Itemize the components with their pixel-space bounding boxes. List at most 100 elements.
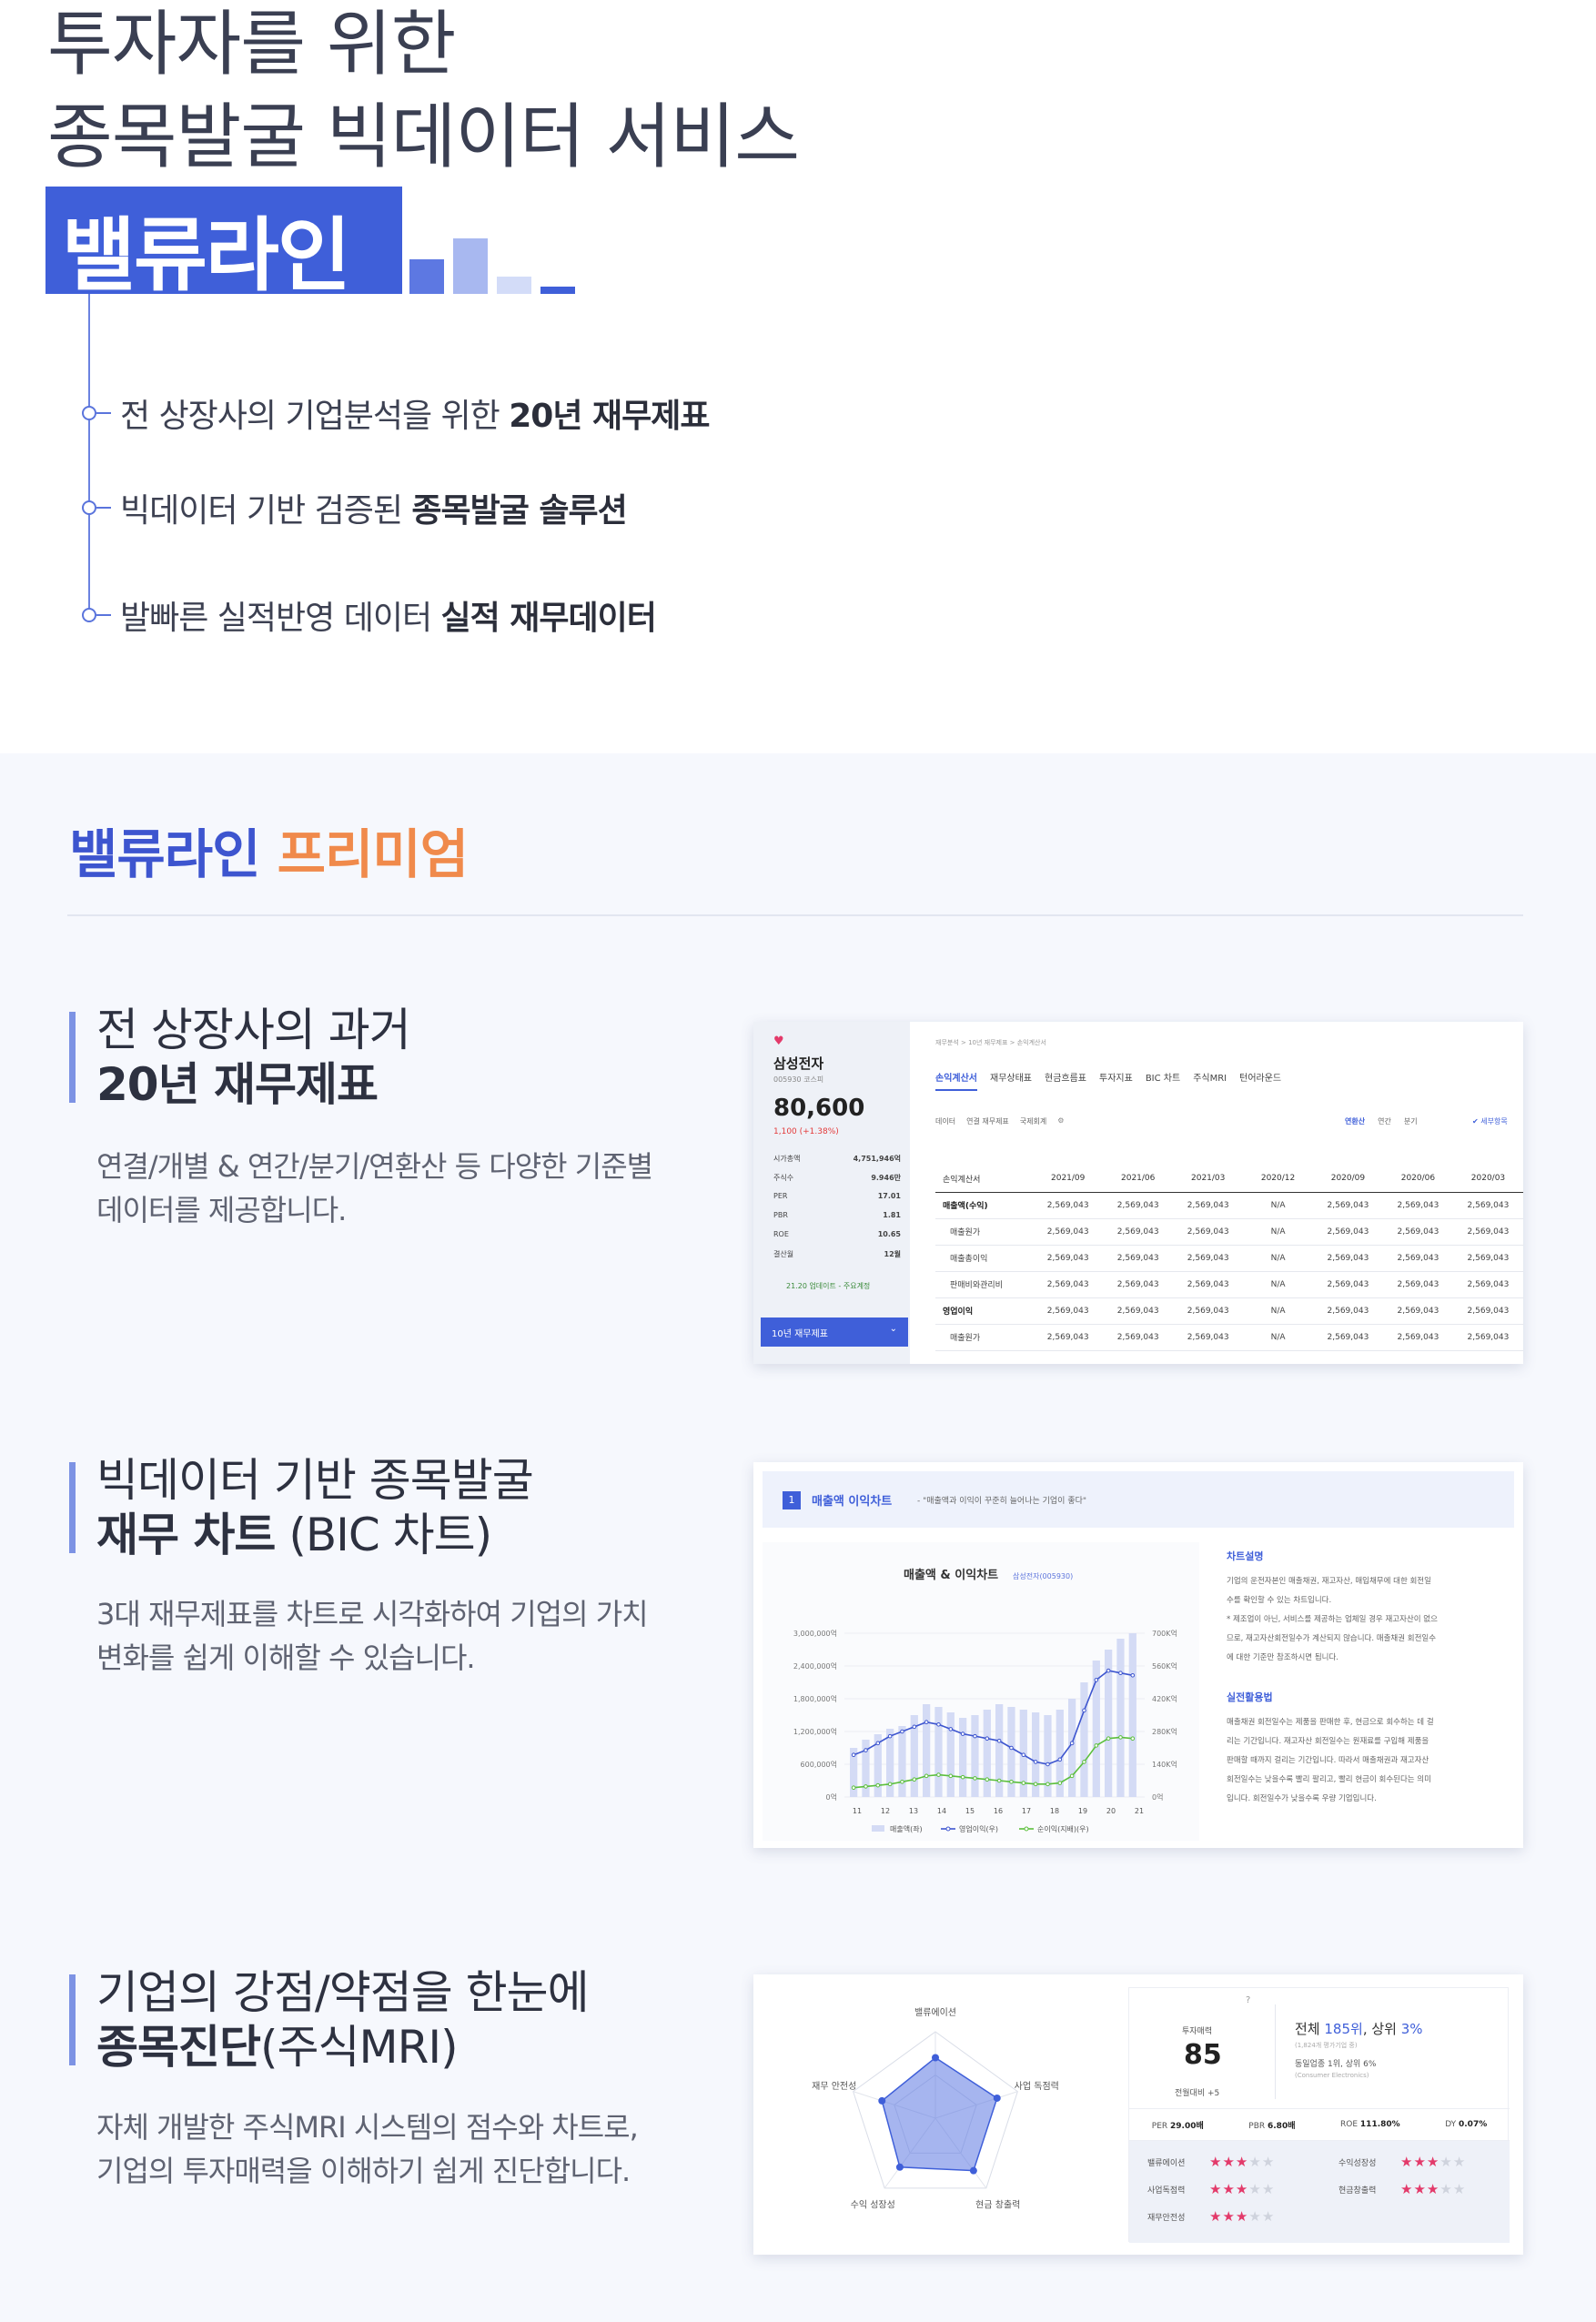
detail-toggle[interactable]: ✔ 세부항목 [1472, 1116, 1508, 1126]
line-point [973, 1776, 977, 1781]
stat-value: 9.946만 [871, 1174, 901, 1182]
section-desc-line: 연결/개별 & 연간/분기/연환산 등 다양한 기준별 [96, 1149, 653, 1184]
tab-5[interactable]: BIC 차트 [1146, 1070, 1180, 1091]
line-point [985, 1736, 990, 1742]
line-point [985, 1777, 990, 1782]
feature-bold: 20년 재무제표 [509, 398, 710, 435]
table-cell: 2,569,043 [1033, 1324, 1104, 1351]
table-cell: 2,569,043 [1312, 1297, 1383, 1325]
line-point [936, 1721, 941, 1727]
financial-table-card: ♥ 삼성전자 005930 코스피 80,600 1,100 (+1.38%) … [753, 1022, 1523, 1364]
y-right-tick: 420K억 [1152, 1694, 1177, 1703]
desc-line: 므로, 재고자산회전일수가 계산되지 않습니다. 매출채권 회전일수 [1227, 1634, 1437, 1643]
star-icon: ★ [1261, 2181, 1276, 2197]
score-value: 85 [1184, 2039, 1222, 2071]
rating-label: 수익성장성 [1338, 2158, 1377, 2168]
rating-item: 사업독점력 ★★★★★ [1147, 2181, 1275, 2197]
star-icon: ★ [1400, 2181, 1414, 2197]
bic-chart-header: 1 매출액 이익차트 - "매출액과 이익이 꾸준히 늘어나는 기업이 좋다" [763, 1471, 1514, 1528]
brand-bar-3 [497, 277, 531, 294]
table-cell: 2,569,043 [1312, 1218, 1383, 1246]
period-annual-button[interactable]: 연간 [1378, 1116, 1391, 1126]
bullet-circle-icon [82, 406, 96, 420]
star-icon: ★ [1209, 2154, 1223, 2170]
check-circle-icon: ✔ [1472, 1117, 1479, 1126]
x-tick: 21 [1135, 1807, 1144, 1815]
section-desc-bic: 3대 재무제표를 차트로 시각화하여 기업의 가치 변화를 쉽게 이해할 수 있… [96, 1592, 649, 1680]
mri-card: 밸류에이션 사업 독점력 현금 창출력 수익 성장성 재무 안전성 ? 투자매력 85 … [753, 1974, 1523, 2255]
line-point [887, 1782, 893, 1787]
chart-subtitle: 삼성전자(005930) [1013, 1571, 1073, 1580]
line-point [1021, 1781, 1026, 1785]
tab-7[interactable]: 턴어라운드 [1239, 1070, 1281, 1091]
tab-2[interactable]: 재무상태표 [990, 1070, 1032, 1091]
filter-data[interactable]: 데이터 [935, 1116, 955, 1126]
line-point [948, 1727, 954, 1731]
filter-bar: 데이터 연결 재무제표 국제회계 ⚙ [935, 1116, 1064, 1126]
legend-label: 순이익(지배)(우) [1037, 1824, 1089, 1833]
tab-1[interactable]: 손익계산서 [935, 1070, 977, 1091]
stat-key: 시가총액 [773, 1155, 801, 1163]
feature-text: 전 상장사의 기업분석을 위한 [120, 398, 510, 435]
feature-item-2: 빅데이터 기반 검증된 종목발굴 솔루션 [82, 484, 628, 531]
section-title-bold: 재무 차트 [96, 1509, 276, 1561]
line-point [1033, 1760, 1038, 1764]
table-cell: N/A [1243, 1297, 1313, 1325]
gear-icon[interactable]: ⚙ [1057, 1116, 1064, 1126]
feature-bold: 종목발굴 솔루션 [411, 492, 627, 530]
star-icon: ★ [1439, 2154, 1453, 2170]
bar-revenue [886, 1729, 894, 1797]
radar-point [878, 2096, 886, 2105]
bar-revenue [995, 1704, 1004, 1797]
metric-item: PBR 6.80배 [1248, 2119, 1295, 2131]
line-point [924, 1720, 929, 1725]
section-title-rest: (주식MRI) [260, 2021, 459, 2074]
desc-line: 수를 확인할 수 있는 차트입니다. [1227, 1596, 1332, 1605]
line-point [900, 1729, 904, 1734]
update-note: 21.20 업데이트 - 주요계정 [786, 1282, 871, 1290]
tab-3[interactable]: 현금흐름표 [1045, 1070, 1086, 1091]
info-icon[interactable]: ? [1246, 1995, 1250, 2005]
stat-value: 1.81 [883, 1211, 901, 1219]
x-tick: 17 [1022, 1807, 1031, 1815]
period-annualized-button[interactable]: 연환산 [1345, 1116, 1365, 1126]
y-left-tick: 2,400,000억 [793, 1661, 837, 1671]
period-select[interactable]: 10년 재무제표 ⌄ [761, 1317, 908, 1347]
x-tick: 16 [994, 1807, 1003, 1815]
line-point [1069, 1773, 1075, 1779]
table-cell: 2,569,043 [1103, 1218, 1174, 1246]
rating-label: 현금창출력 [1338, 2186, 1377, 2196]
premium-title-tier: 프리미엄 [277, 823, 469, 885]
bar-revenue [1116, 1639, 1125, 1797]
tab-4[interactable]: 투자지표 [1099, 1070, 1133, 1091]
filter-consolidated[interactable]: 연결 재무제표 [966, 1116, 1009, 1126]
star-rating-icon: ★★★★★ [1400, 2154, 1466, 2170]
table-cell: 2,569,043 [1173, 1297, 1244, 1325]
line-series-2 [854, 1736, 1133, 1789]
table-cell: 2,569,043 [1452, 1218, 1523, 1246]
period-select-label: 10년 재무제표 [772, 1329, 828, 1339]
bar-revenue [898, 1726, 906, 1797]
desc-line: * 제조업이 아닌, 서비스를 제공하는 업체일 경우 재고자산이 없으 [1227, 1615, 1438, 1624]
x-tick: 15 [965, 1807, 975, 1815]
tab-6[interactable]: 주식MRI [1193, 1070, 1227, 1091]
heart-icon[interactable]: ♥ [773, 1035, 784, 1048]
line-point [1106, 1668, 1111, 1673]
metric-value: 0.07% [1459, 2120, 1488, 2129]
chart-description: 차트설명 기업의 운전자본인 매출채권, 재고자산, 매입채무에 대한 회전일 수… [1227, 1549, 1509, 1809]
desc-body: 매출채권 회전일수는 제품을 판매한 후, 현금으로 회수하는 데 걸 리는 기간… [1227, 1713, 1509, 1809]
line-point [851, 1752, 856, 1758]
desc-title: 실전활용법 [1227, 1691, 1273, 1703]
period-quarter-button[interactable]: 분기 [1404, 1116, 1418, 1126]
x-tick: 11 [853, 1807, 862, 1815]
filter-accounting[interactable]: 국제회계 [1020, 1116, 1046, 1126]
star-rating-icon: ★★★★★ [1209, 2154, 1275, 2170]
star-icon: ★ [1452, 2154, 1467, 2170]
y-right-tick: 0억 [1152, 1792, 1163, 1802]
section-desc-line: 데이터를 제공합니다. [96, 1193, 347, 1227]
stat-key: PBR [773, 1211, 788, 1219]
table-row: 영업이익 2,569,043 2,569,043 2,569,043 N/A 2,569,… [935, 1297, 1523, 1325]
chart-title: 매출액 & 이익차트 [904, 1568, 998, 1582]
column-header: 2021/09 [1033, 1166, 1104, 1193]
table-cell: 2,569,043 [1452, 1297, 1523, 1325]
